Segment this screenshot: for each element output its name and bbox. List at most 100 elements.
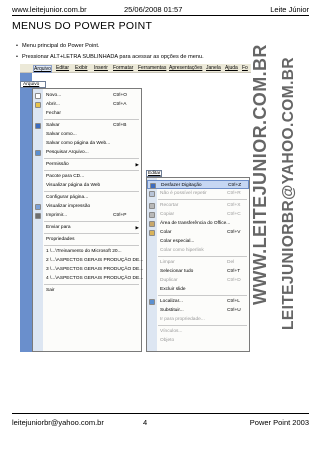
menu-item-label: Objeto	[160, 338, 175, 343]
powerpoint-menu-screenshot: Arquivo Editar Exibir Inserir Formatar F…	[20, 64, 251, 352]
menu-item-shortcut: Ctrl+B	[113, 123, 127, 128]
menu-item[interactable]: 4 \...\ASPECTOS GERAIS PRODUÇÃO DE...	[33, 274, 143, 283]
menu-editar[interactable]: Editar	[56, 65, 69, 71]
menu-item-label: Colar	[160, 230, 172, 235]
menu-item-label: Configurar página...	[46, 195, 89, 200]
print-icon	[34, 212, 41, 219]
menu-item[interactable]: Substituir... Ctrl+U	[147, 306, 249, 315]
arquivo-dropdown: Novo... Ctrl+O Abrir... Ctrl+A Fechar Salvar C…	[32, 88, 144, 352]
menu-item[interactable]: 2 \...\ASPECTOS GERAIS PRODUÇÃO DE...	[33, 256, 144, 265]
menu-janela[interactable]: Janela	[206, 65, 221, 71]
paste-icon	[148, 229, 155, 236]
menu-item[interactable]: Permissão ▶	[33, 160, 141, 169]
menu-item-label: Colar como hiperlink	[160, 248, 204, 253]
menu-overflow[interactable]: Fo	[242, 65, 248, 71]
menu-ferramentas[interactable]: Ferramentas	[138, 65, 166, 71]
page-footer: leitejuniorbr@yahoo.com.br 4 Power Point…	[12, 418, 309, 428]
menu-item-label: Ir para propriedade...	[160, 317, 205, 322]
menu-item-label: Área de transferência do Office...	[160, 221, 231, 226]
menu-item[interactable]: Colar Ctrl+V	[147, 228, 249, 237]
menu-item-shortcut: Ctrl+Z	[228, 183, 242, 188]
menu-item[interactable]: Excluir slide	[147, 285, 249, 294]
menu-separator	[158, 325, 247, 326]
menu-item[interactable]: Pesquisar Arquivo...	[33, 148, 141, 157]
menu-item[interactable]: Visualizar página da Web	[33, 181, 141, 190]
menu-separator	[44, 158, 139, 159]
menu-item[interactable]: Fechar	[33, 109, 141, 118]
menu-item[interactable]: 3 \...\ASPECTOS GERAIS PRODUÇÃO DE...	[33, 265, 143, 274]
menu-item[interactable]: Não é possível repetir Ctrl+R	[147, 189, 249, 198]
menu-item[interactable]: Copiar Ctrl+C	[147, 210, 249, 219]
menu-item[interactable]: Selecionar tudo Ctrl+T	[147, 267, 249, 276]
header-site: www.leitejunior.com.br	[12, 5, 87, 14]
menu-item-label: Salvar como página da Web...	[46, 141, 111, 146]
header-author: Leite Júnior	[270, 5, 309, 14]
copy-icon	[148, 211, 155, 218]
menu-item-label: Visualizar impressão	[46, 204, 91, 209]
menu-separator	[158, 295, 247, 296]
menu-item-shortcut: Ctrl+A	[113, 102, 127, 107]
submenu-arrow-icon: ▶	[135, 161, 139, 167]
menu-item-shortcut: Ctrl+O	[113, 93, 127, 98]
menu-item[interactable]: Pacote para CD...	[33, 172, 141, 181]
menu-item-label: Pesquisar Arquivo...	[46, 150, 89, 155]
menu-item[interactable]: Colar como hiperlink	[147, 246, 249, 255]
menu-item[interactable]: Abrir... Ctrl+A	[33, 100, 141, 109]
editar-dropdown: Desfazer Digitação Ctrl+Z Não é possível r…	[146, 177, 250, 352]
menu-item-label: Salvar	[46, 123, 60, 128]
menu-item[interactable]: Área de transferência do Office...	[147, 219, 249, 228]
menu-item[interactable]: Recortar Ctrl+X	[147, 201, 249, 210]
menu-item[interactable]: Ir para propriedade...	[147, 315, 249, 324]
arquivo-tab[interactable]: Arquivo	[20, 81, 46, 88]
menu-item[interactable]: Duplicar Ctrl+D	[147, 276, 249, 285]
menu-item[interactable]: Propriedades	[33, 235, 141, 244]
menu-item[interactable]: Imprimir... Ctrl+P	[33, 211, 141, 220]
menu-separator	[44, 245, 139, 246]
menu-apresentacoes[interactable]: Apresentações	[169, 65, 202, 71]
menu-exibir[interactable]: Exibir	[75, 65, 88, 71]
menu-item-shortcut: Ctrl+C	[227, 212, 241, 217]
menu-item[interactable]: Salvar Ctrl+B	[33, 121, 141, 130]
menu-formatar[interactable]: Formatar	[113, 65, 133, 71]
menu-item[interactable]: Sair	[33, 286, 141, 295]
editar-tab[interactable]: Editar	[146, 170, 162, 177]
menu-item-shortcut: Ctrl+L	[227, 299, 240, 304]
menu-item-shortcut: Ctrl+T	[227, 269, 241, 274]
menu-item[interactable]: Colar especial...	[147, 237, 249, 246]
menu-item-label: Selecionar tudo	[160, 269, 194, 274]
page-header: www.leitejunior.com.br 25/06/2008 01:57 …	[12, 5, 309, 15]
menu-item[interactable]: Salvar como página da Web...	[33, 139, 141, 148]
menu-item[interactable]: Localizar... Ctrl+L	[147, 297, 249, 306]
menu-item-label: Copiar	[160, 212, 175, 217]
menu-bar: Arquivo Editar Exibir Inserir Formatar F…	[20, 64, 251, 73]
menu-item[interactable]: Objeto	[147, 336, 249, 345]
menu-item-shortcut: Ctrl+V	[227, 230, 241, 235]
menu-item[interactable]: Enviar para ▶	[33, 223, 141, 232]
menu-item-label: Vínculos...	[160, 329, 183, 334]
menu-item[interactable]: Limpar Del	[147, 258, 249, 267]
menu-item[interactable]: Configurar página...	[33, 193, 141, 202]
menu-separator	[44, 221, 139, 222]
watermark-site: WWW.LEITEJUNIOR.COM.BR	[250, 44, 270, 305]
menu-item-label: Duplicar	[160, 278, 178, 283]
footer-product: Power Point 2003	[249, 418, 309, 427]
menu-item-label: Salvar como...	[46, 132, 77, 137]
menu-separator	[44, 284, 139, 285]
menu-item[interactable]: 1 \...\Treinamento do Microsoft 20...	[33, 247, 141, 256]
menu-separator	[44, 233, 139, 234]
menu-arquivo[interactable]: Arquivo	[33, 65, 52, 73]
menu-inserir[interactable]: Inserir	[94, 65, 108, 71]
menu-item-label: Não é possível repetir	[160, 191, 207, 196]
watermark-email: LEITEJUNIORBR@YAHOO.COM.BR	[280, 57, 297, 330]
menu-ajuda[interactable]: Ajuda	[225, 65, 238, 71]
menu-item[interactable]: Novo... Ctrl+O	[33, 91, 141, 100]
menu-item[interactable]: Visualizar impressão	[33, 202, 141, 211]
menu-item[interactable]: Vínculos...	[147, 327, 249, 336]
menu-item[interactable]: Desfazer Digitação Ctrl+Z	[147, 180, 249, 189]
menu-item-label: Localizar...	[160, 299, 183, 304]
menu-item-label: Abrir...	[46, 102, 60, 107]
menu-item-label: Propriedades	[46, 237, 75, 242]
menu-item-label: 2 \...\ASPECTOS GERAIS PRODUÇÃO DE...	[46, 258, 144, 263]
open-folder-icon	[34, 101, 41, 108]
menu-item[interactable]: Salvar como...	[33, 130, 141, 139]
